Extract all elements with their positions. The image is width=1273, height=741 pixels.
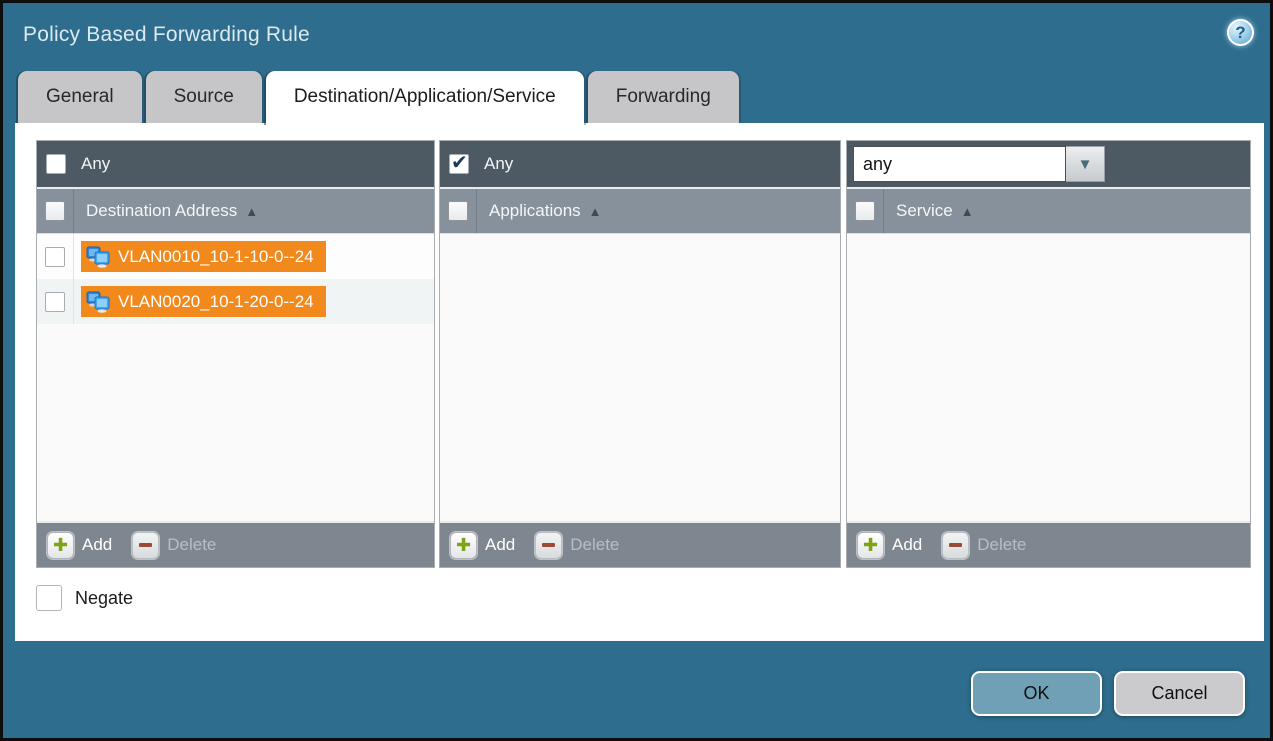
delete-icon[interactable] (942, 532, 969, 559)
dialog-title: Policy Based Forwarding Rule (23, 23, 310, 47)
sort-ascending-icon[interactable]: ▲ (961, 204, 974, 219)
service-dropdown-button[interactable]: ▼ (1066, 146, 1105, 182)
applications-list (440, 234, 840, 521)
cancel-button[interactable]: Cancel (1114, 671, 1245, 716)
tab-source[interactable]: Source (146, 71, 262, 123)
applications-header-label: Applications (489, 201, 581, 221)
service-footer: ✚ Add Delete (847, 521, 1250, 567)
ok-button[interactable]: OK (971, 671, 1102, 716)
tab-strip: General Source Destination/Application/S… (18, 71, 743, 125)
row-check-cell (37, 279, 74, 324)
destination-any-bar: Any (37, 141, 434, 189)
destination-select-all-cell (37, 189, 74, 233)
destination-add-button[interactable]: Add (82, 535, 112, 555)
network-address-icon (85, 245, 111, 269)
table-row[interactable]: VLAN0010_10-1-10-0--24 (37, 234, 434, 279)
service-select-all-cell (847, 189, 884, 233)
sort-ascending-icon[interactable]: ▲ (589, 204, 602, 219)
add-icon[interactable]: ✚ (450, 532, 477, 559)
service-column-header[interactable]: Service ▲ (847, 189, 1250, 234)
add-icon[interactable]: ✚ (857, 532, 884, 559)
delete-icon[interactable] (535, 532, 562, 559)
address-object-vlan0020[interactable]: VLAN0020_10-1-20-0--24 (81, 286, 326, 317)
service-dropdown[interactable]: any ▼ (853, 146, 1105, 182)
tab-forwarding[interactable]: Forwarding (588, 71, 739, 123)
applications-delete-button[interactable]: Delete (570, 535, 619, 555)
applications-add-button[interactable]: Add (485, 535, 515, 555)
service-panel: any ▼ Service ▲ ✚ Add Delete (846, 140, 1251, 568)
destination-address-panel: Any Destination Address ▲ (36, 140, 435, 568)
service-dropdown-bar: any ▼ (847, 141, 1250, 189)
table-row[interactable]: VLAN0020_10-1-20-0--24 (37, 279, 434, 324)
applications-any-bar: Any (440, 141, 840, 189)
destination-address-header-label: Destination Address (86, 201, 237, 221)
applications-select-all-checkbox[interactable] (448, 201, 468, 221)
negate-checkbox[interactable] (36, 585, 62, 611)
tab-general[interactable]: General (18, 71, 142, 123)
row-checkbox[interactable] (45, 292, 65, 312)
service-select-all-checkbox[interactable] (855, 201, 875, 221)
applications-footer: ✚ Add Delete (440, 521, 840, 567)
applications-any-label: Any (484, 154, 513, 174)
row-check-cell (37, 234, 74, 279)
help-icon[interactable]: ? (1227, 19, 1254, 46)
service-add-button[interactable]: Add (892, 535, 922, 555)
destination-select-all-checkbox[interactable] (45, 201, 65, 221)
applications-any-checkbox[interactable] (449, 154, 469, 174)
service-header-label: Service (896, 201, 953, 221)
applications-panel: Any Applications ▲ ✚ Add Delete (439, 140, 841, 568)
service-list (847, 234, 1250, 521)
applications-select-all-cell (440, 189, 477, 233)
destination-footer: ✚ Add Delete (37, 521, 434, 567)
tab-content-area: Any Destination Address ▲ (15, 123, 1264, 641)
address-object-label: VLAN0020_10-1-20-0--24 (118, 292, 314, 312)
address-object-vlan0010[interactable]: VLAN0010_10-1-10-0--24 (81, 241, 326, 272)
network-address-icon (85, 290, 111, 314)
negate-row: Negate (36, 585, 133, 611)
sort-ascending-icon[interactable]: ▲ (245, 204, 258, 219)
row-checkbox[interactable] (45, 247, 65, 267)
service-delete-button[interactable]: Delete (977, 535, 1026, 555)
add-icon[interactable]: ✚ (47, 532, 74, 559)
delete-icon[interactable] (132, 532, 159, 559)
destination-any-label: Any (81, 154, 110, 174)
destination-any-checkbox[interactable] (46, 154, 66, 174)
destination-address-list: VLAN0010_10-1-10-0--24 VLAN00 (37, 234, 434, 521)
destination-address-column-header[interactable]: Destination Address ▲ (37, 189, 434, 234)
address-object-label: VLAN0010_10-1-10-0--24 (118, 247, 314, 267)
negate-label: Negate (75, 588, 133, 609)
chevron-down-icon: ▼ (1078, 156, 1093, 173)
applications-column-header[interactable]: Applications ▲ (440, 189, 840, 234)
destination-delete-button[interactable]: Delete (167, 535, 216, 555)
service-dropdown-value[interactable]: any (853, 146, 1066, 182)
tab-destination-application-service[interactable]: Destination/Application/Service (266, 71, 584, 125)
